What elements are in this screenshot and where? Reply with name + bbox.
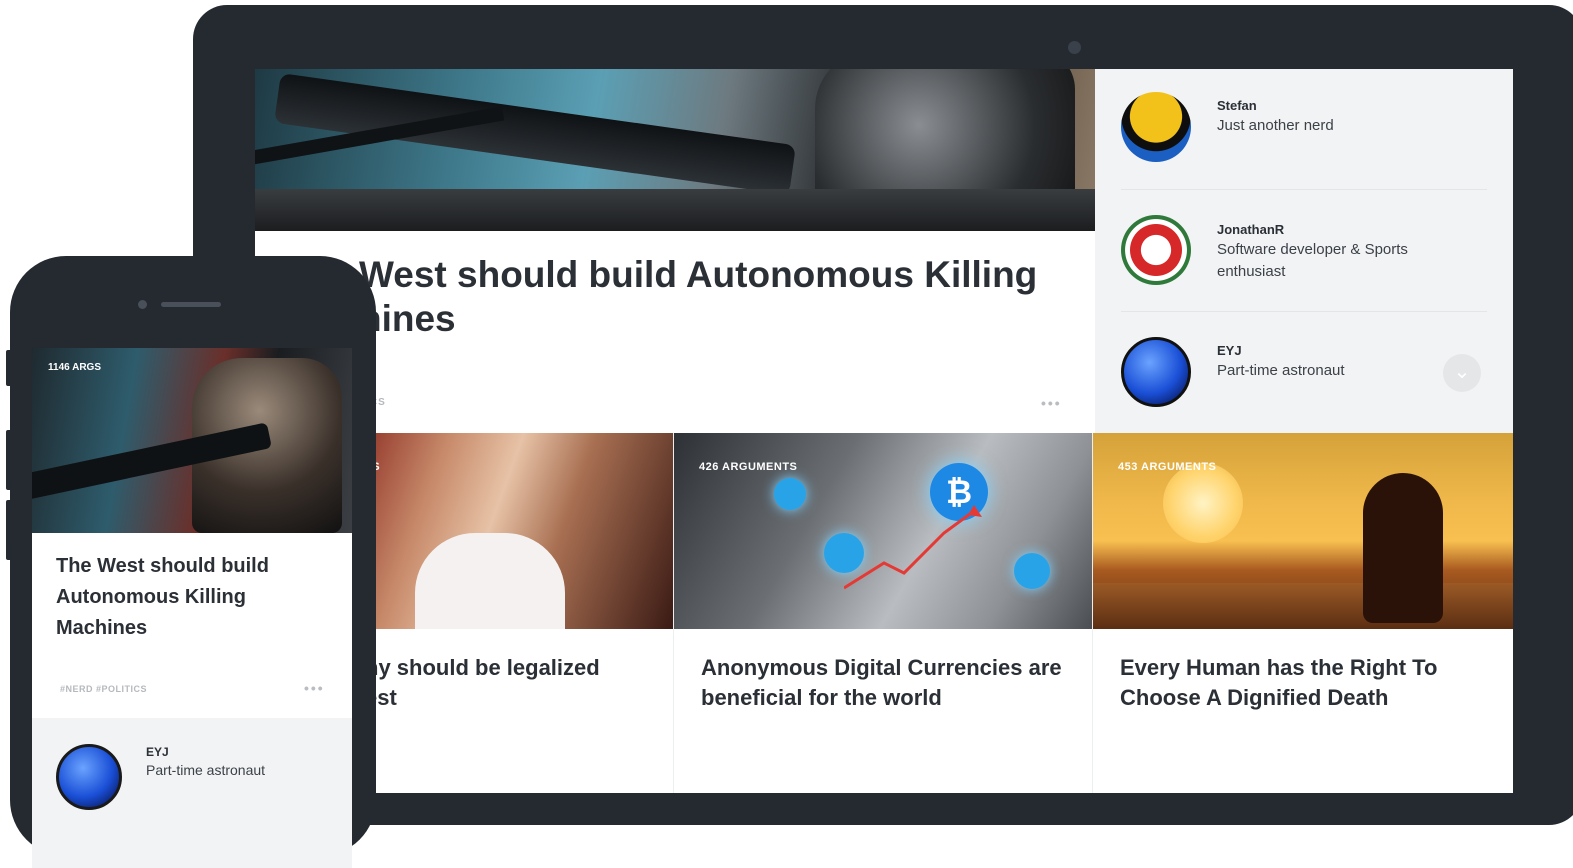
trend-arrow-icon xyxy=(844,505,982,590)
card-image-dress xyxy=(415,533,565,629)
logo-avatar[interactable] xyxy=(1121,215,1191,285)
chevron-down-icon: ⌄ xyxy=(1453,361,1471,383)
laptop-screen: West should build Autonomous Killing hin… xyxy=(255,69,1513,793)
user-item[interactable]: Stefan Just another nerd xyxy=(1121,69,1487,189)
argument-card[interactable]: 453 ARGUMENTS Every Human has the Right … xyxy=(1093,433,1513,793)
phone-user-item[interactable]: EYJ Part-time astronaut xyxy=(32,718,352,868)
currency-icon xyxy=(774,478,806,510)
argument-count: 426 ARGUMENTS xyxy=(699,461,798,473)
card-title[interactable]: Every Human has the Right To Choose A Di… xyxy=(1120,653,1490,713)
lego-avatar[interactable] xyxy=(1121,92,1191,162)
hero-image-table xyxy=(255,189,1095,231)
currency-icon xyxy=(1014,553,1050,589)
phone-title[interactable]: The West should build Autonomous Killing… xyxy=(56,551,326,644)
phone-camera xyxy=(138,300,147,309)
card-title[interactable]: ny should be legalized est xyxy=(365,653,673,713)
phone-speaker xyxy=(161,302,221,307)
user-name[interactable]: Stefan xyxy=(1217,98,1257,113)
more-options-button[interactable]: ••• xyxy=(304,680,325,696)
argument-count: 453 ARGUMENTS xyxy=(1118,461,1217,473)
follow-button[interactable]: ⌄ xyxy=(1443,354,1481,392)
argument-card[interactable]: ₿ 426 ARGUMENTS Anonymous Digital Curren… xyxy=(674,433,1093,793)
phone-hero-image[interactable] xyxy=(32,348,352,533)
user-name[interactable]: JonathanR xyxy=(1217,222,1284,237)
phone-frame: 1146 ARGS The West should build Autonomo… xyxy=(10,256,376,868)
hero-title[interactable]: West should build Autonomous Killing hin… xyxy=(359,253,1059,341)
laptop-camera xyxy=(1068,41,1081,54)
user-item[interactable]: EYJ Part-time astronaut xyxy=(1121,311,1487,431)
planet-avatar[interactable] xyxy=(56,744,122,810)
card-image-sun xyxy=(1163,463,1243,543)
hero-image[interactable] xyxy=(255,69,1095,231)
card-image-silhouette xyxy=(1363,473,1443,623)
more-options-button[interactable]: ••• xyxy=(1041,395,1062,411)
card-title[interactable]: Anonymous Digital Currencies are benefic… xyxy=(701,653,1071,713)
user-bio: Part-time astronaut xyxy=(1217,362,1345,379)
phone-screen: 1146 ARGS The West should build Autonomo… xyxy=(32,348,352,868)
card-image-beach xyxy=(1093,583,1513,629)
user-bio: Just another nerd xyxy=(1217,117,1334,134)
user-bio: Software developer & Sports enthusiast xyxy=(1217,241,1408,280)
user-item[interactable]: JonathanR Software developer & Sports en… xyxy=(1121,189,1487,309)
user-name[interactable]: EYJ xyxy=(146,745,169,759)
phone-tags[interactable]: #NERD #POLITICS xyxy=(60,684,147,694)
planet-avatar[interactable] xyxy=(1121,337,1191,407)
user-name[interactable]: EYJ xyxy=(1217,343,1242,358)
argument-count: 1146 ARGS xyxy=(48,362,101,373)
user-bio: Part-time astronaut xyxy=(146,762,266,778)
